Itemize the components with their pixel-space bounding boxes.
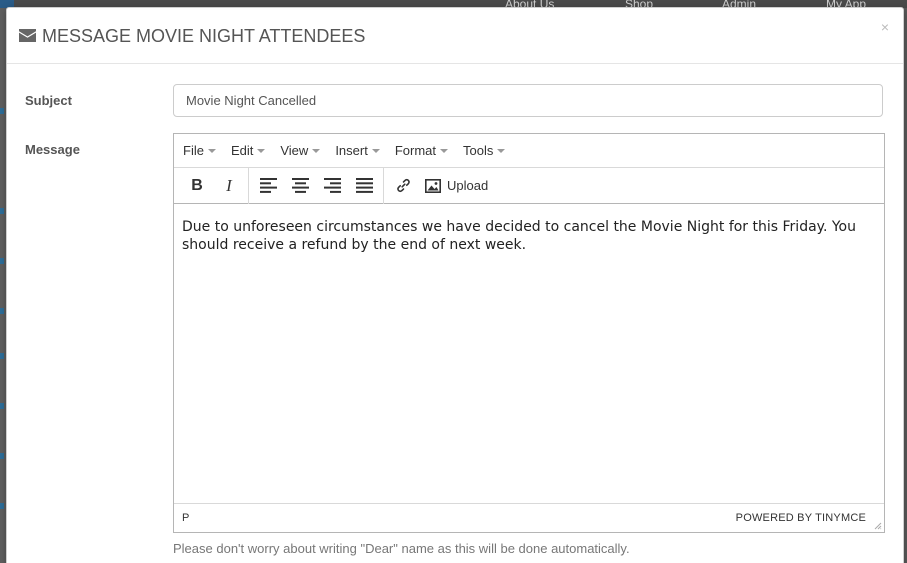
align-right-icon [323,178,341,193]
caret-down-icon [207,148,216,153]
image-icon [425,178,441,193]
italic-button[interactable]: I [213,172,245,200]
menu-edit-label: Edit [230,143,254,158]
caret-down-icon [371,148,380,153]
subject-input[interactable] [173,84,883,117]
message-attendees-modal: MESSAGE MOVIE NIGHT ATTENDEES × Subject … [6,7,904,563]
format-group: B I [178,167,249,204]
align-left-icon [259,178,277,193]
menu-format[interactable]: Format [395,143,448,158]
align-left-button[interactable] [252,172,284,200]
help-text: Please don't worry about writing "Dear" … [173,541,630,556]
message-body[interactable]: Due to unforeseen circumstances we have … [174,204,884,503]
subject-label: Subject [25,93,72,108]
modal-header: MESSAGE MOVIE NIGHT ATTENDEES × [7,8,903,64]
caret-down-icon [312,148,321,153]
editor-statusbar: P POWERED BY TINYMCE [174,503,884,532]
modal-title-text: MESSAGE MOVIE NIGHT ATTENDEES [42,26,366,46]
rich-text-editor: File Edit View Insert Format Tools B I U… [173,133,885,533]
caret-down-icon [257,148,266,153]
align-center-icon [291,178,309,193]
powered-by-link[interactable]: POWERED BY TINYMCE [736,512,866,524]
menu-insert-label: Insert [335,143,368,158]
message-label: Message [25,142,80,157]
align-justify-icon [355,178,373,193]
caret-down-icon [440,148,448,153]
menu-file-label: File [183,143,204,158]
modal-title: MESSAGE MOVIE NIGHT ATTENDEES [19,26,365,47]
editor-toolbar: B I Upload [174,167,884,204]
bold-button[interactable]: B [181,172,213,200]
envelope-icon [19,26,36,47]
align-center-button[interactable] [284,172,316,200]
resize-handle-icon[interactable] [874,522,882,530]
upload-label: Upload [447,178,489,193]
menu-edit[interactable]: Edit [230,143,266,158]
element-path[interactable]: P [182,512,189,524]
editor-menubar: File Edit View Insert Format Tools [174,134,884,168]
upload-button[interactable]: Upload [419,172,494,200]
align-group [249,167,384,204]
insert-group: Upload [384,168,497,204]
link-button[interactable] [387,172,419,200]
menu-format-label: Format [394,143,436,158]
menu-insert[interactable]: Insert [335,143,380,158]
caret-down-icon [497,148,506,153]
menu-tools-label: Tools [463,143,494,158]
menu-tools[interactable]: Tools [463,143,506,158]
align-justify-button[interactable] [348,172,380,200]
menu-view-label: View [280,143,309,158]
align-right-button[interactable] [316,172,348,200]
menu-file[interactable]: File [183,143,216,158]
link-icon [396,178,410,193]
close-button[interactable]: × [881,20,889,34]
menu-view[interactable]: View [280,143,321,158]
